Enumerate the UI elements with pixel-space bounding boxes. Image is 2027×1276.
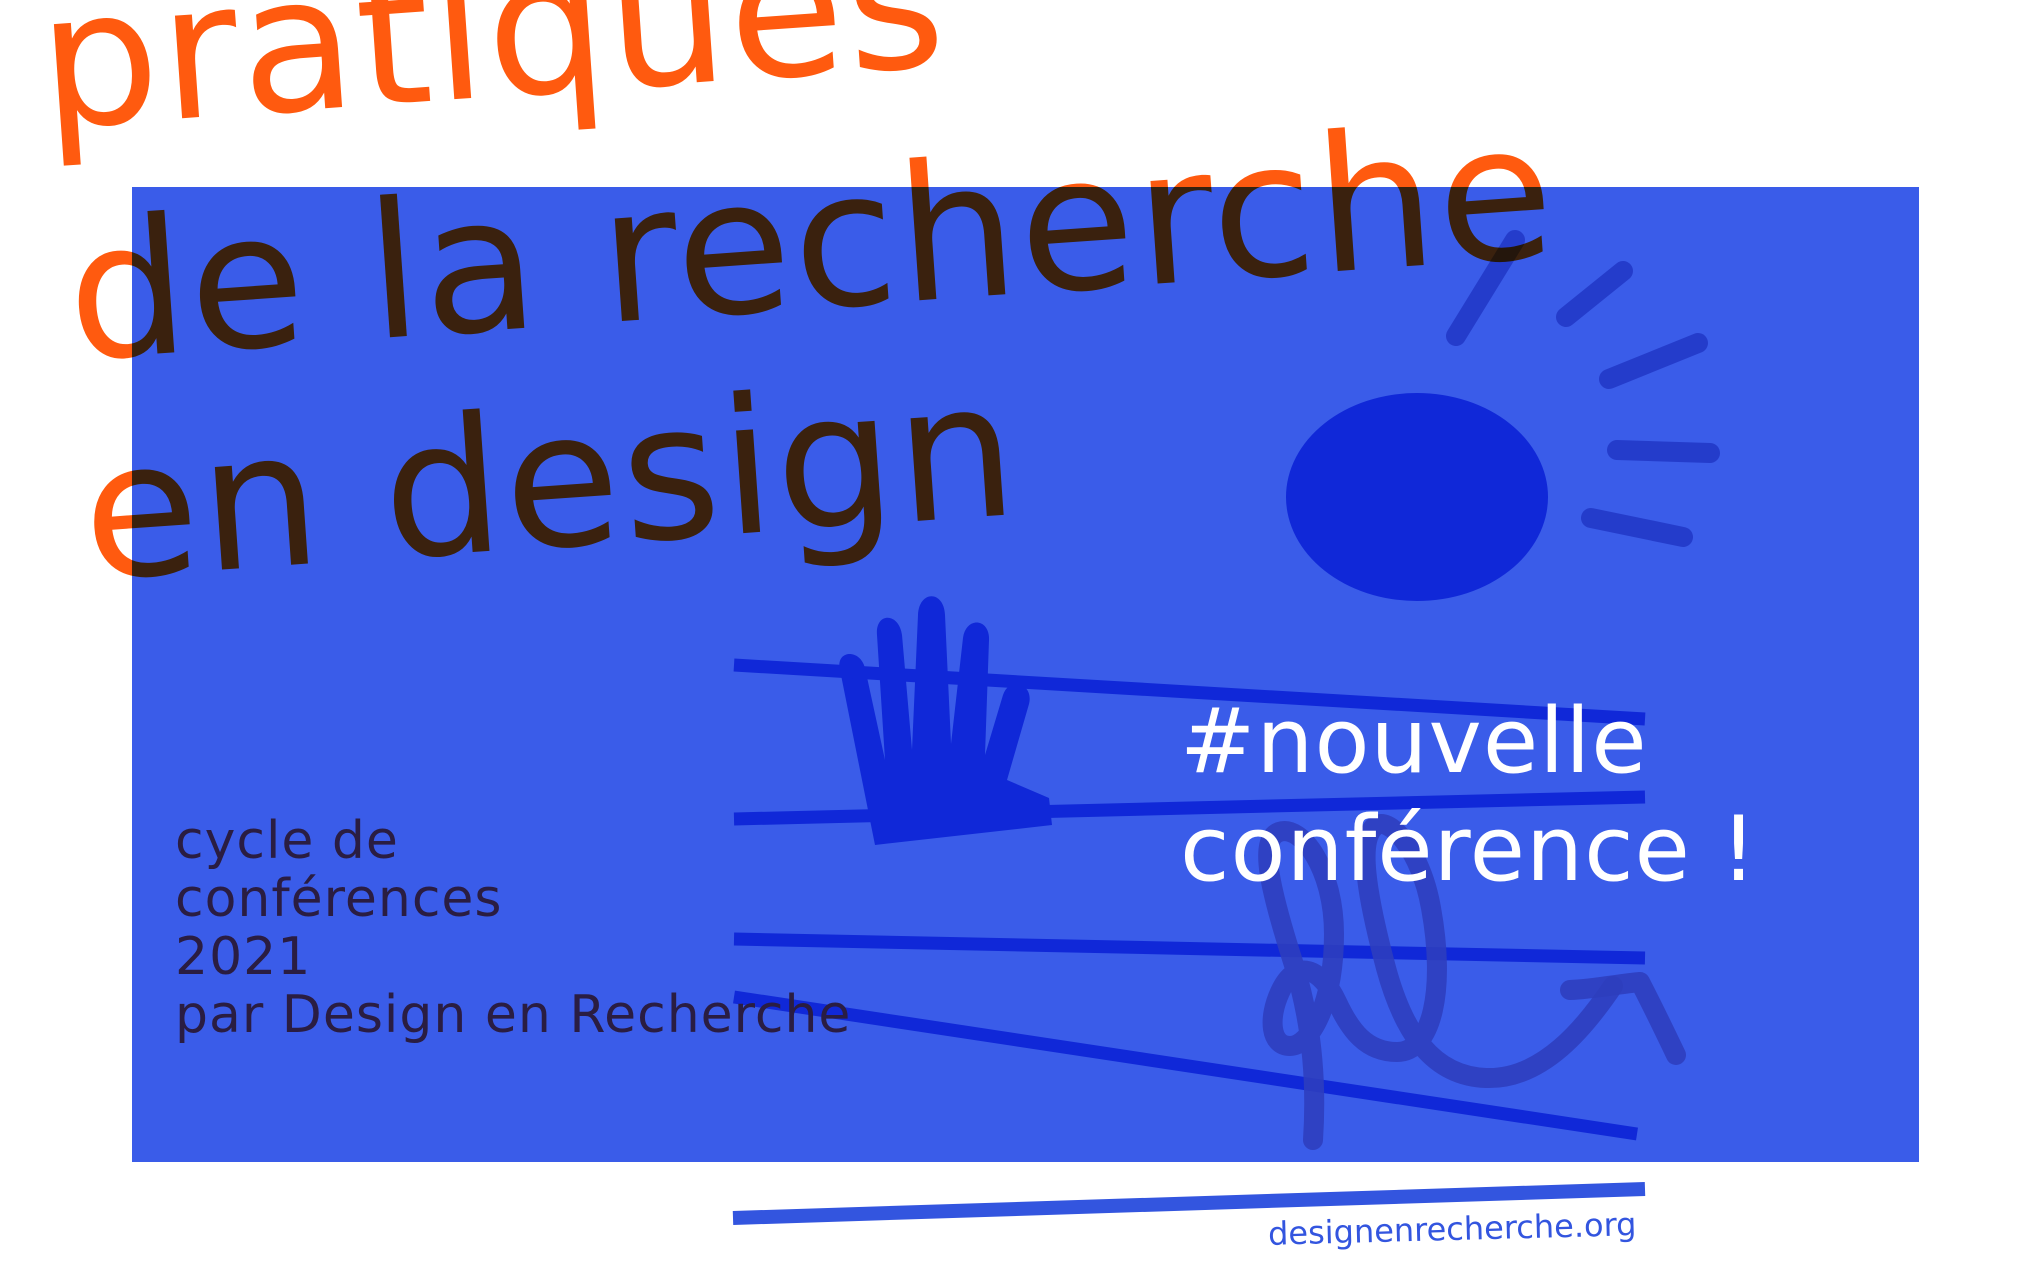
cycle-line-2: conférences [175,869,503,929]
cycle-line-4: par Design en Recherche [175,985,852,1045]
cycle-line-1: cycle de [175,811,399,871]
cycle-line-3: 2021 [175,927,312,987]
cycle-description: cycle de conférences 2021 par Design en … [175,812,851,1044]
headline: pratiques de la recherche en design [0,0,1590,701]
announcement-line-2: conférence ! [1180,797,1758,902]
website-link[interactable]: designenrecherche.org [1268,1205,1637,1253]
poster: pratiques de la recherche en design cycl… [0,0,2027,1276]
announcement-line-1: #nouvelle [1180,689,1648,794]
announcement: #nouvelle conférence ! [1180,689,1758,908]
